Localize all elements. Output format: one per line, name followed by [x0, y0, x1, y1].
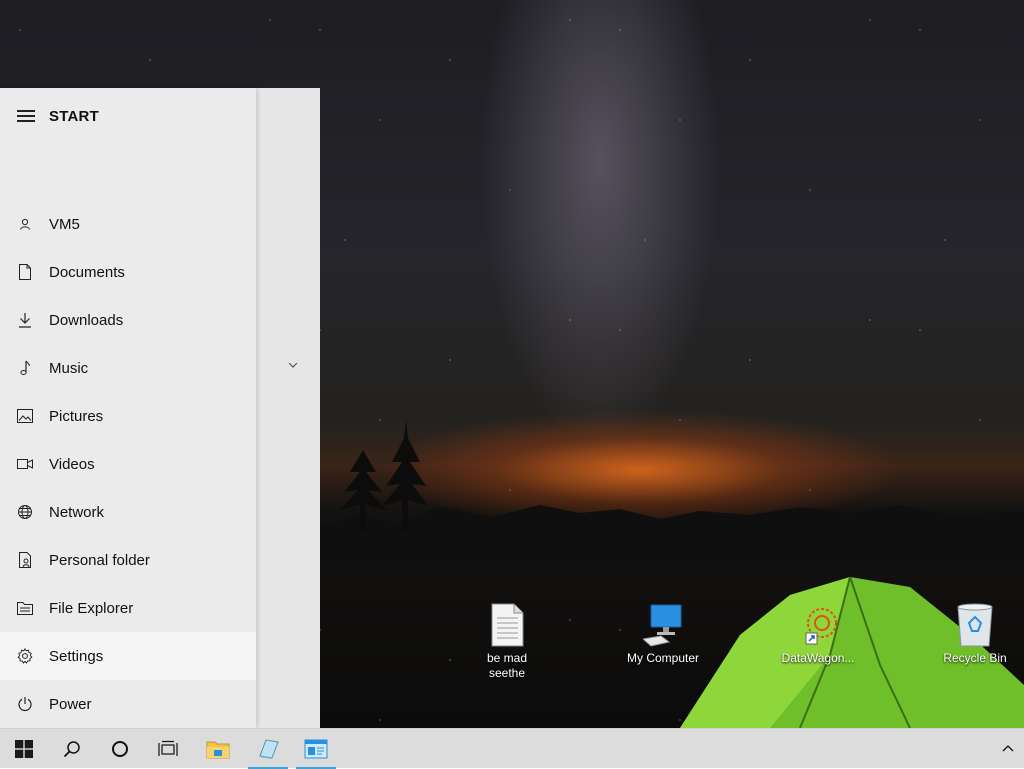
- windows-start-button[interactable]: [0, 729, 48, 769]
- search-icon: [63, 741, 80, 758]
- text-file-icon: [487, 603, 527, 647]
- start-menu-title: START: [49, 107, 99, 125]
- chevron-down-icon[interactable]: [286, 358, 300, 372]
- start-item-label: Settings: [49, 647, 104, 665]
- cortana-icon: [112, 741, 128, 757]
- start-item-power[interactable]: Power: [0, 680, 256, 728]
- task-view-icon: [158, 740, 178, 756]
- chevron-up-icon[interactable]: [1000, 741, 1016, 757]
- download-icon: [17, 312, 33, 328]
- desktop-icon-text-file[interactable]: be mad seethe: [469, 603, 545, 681]
- start-item-label: Power: [49, 695, 92, 713]
- start-item-downloads[interactable]: Downloads: [0, 296, 256, 344]
- taskbar-file-explorer[interactable]: [194, 729, 242, 769]
- document-icon: [17, 264, 33, 280]
- start-item-pictures[interactable]: Pictures: [0, 392, 256, 440]
- personal-folder-icon: [17, 552, 33, 568]
- computer-icon: [641, 603, 683, 647]
- desktop-icon-label: My Computer: [626, 651, 700, 665]
- start-item-personal-folder[interactable]: Personal folder: [0, 536, 256, 584]
- file-explorer-icon: [17, 600, 33, 616]
- taskbar-app-window[interactable]: [292, 729, 340, 769]
- start-item-videos[interactable]: Videos: [0, 440, 256, 488]
- taskbar-cortana-button[interactable]: [96, 729, 144, 769]
- hamburger-menu-icon[interactable]: [17, 110, 35, 122]
- pictures-icon: [17, 408, 33, 424]
- start-menu: START VM5 Documents Downloads Music Pict…: [0, 88, 320, 728]
- app-window-icon: [304, 739, 328, 759]
- start-item-settings[interactable]: Settings: [0, 632, 256, 680]
- start-item-label: Network: [49, 503, 105, 521]
- pine-trees: [340, 420, 428, 530]
- music-note-icon: [17, 360, 33, 376]
- start-item-file-explorer[interactable]: File Explorer: [0, 584, 256, 632]
- start-item-label: Documents: [49, 263, 125, 281]
- taskbar: [0, 728, 1024, 769]
- taskbar-task-view-button[interactable]: [144, 729, 192, 769]
- recycle-bin-icon: [955, 603, 995, 647]
- desktop-icon-recycle-bin[interactable]: Recycle Bin: [937, 603, 1013, 666]
- start-item-label: Music: [49, 359, 89, 377]
- start-item-documents[interactable]: Documents: [0, 248, 256, 296]
- start-item-label: Personal folder: [49, 551, 150, 569]
- taskbar-app-notebook[interactable]: [244, 729, 292, 769]
- start-item-label: File Explorer: [49, 599, 134, 617]
- desktop-icon-label: DataWagon...: [781, 651, 855, 665]
- desktop-icon-my-computer[interactable]: My Computer: [625, 603, 701, 666]
- desktop-icon-label: be mad seethe: [486, 651, 528, 680]
- start-item-network[interactable]: Network: [0, 488, 256, 536]
- network-globe-icon: [17, 504, 33, 520]
- start-item-label: Videos: [49, 455, 95, 473]
- video-camera-icon: [17, 456, 33, 472]
- desktop-icon-label: Recycle Bin: [943, 651, 1007, 665]
- start-item-label: Downloads: [49, 311, 124, 329]
- app-notebook-icon: [259, 739, 279, 759]
- windows-start-icon: [15, 740, 33, 758]
- gear-icon: [17, 648, 33, 664]
- taskbar-search-button[interactable]: [48, 729, 96, 769]
- start-item-user[interactable]: VM5: [0, 200, 256, 248]
- start-item-music[interactable]: Music: [0, 344, 256, 392]
- shortcut-app-icon: [798, 603, 838, 647]
- start-item-label: VM5: [49, 215, 80, 233]
- power-icon: [17, 696, 33, 712]
- file-explorer-folder-icon: [206, 741, 230, 759]
- user-icon: [17, 216, 33, 232]
- desktop-icon-datawagon[interactable]: DataWagon...: [780, 603, 856, 666]
- start-menu-header: START: [0, 96, 256, 136]
- start-item-label: Pictures: [49, 407, 104, 425]
- start-menu-nav-pane: START VM5 Documents Downloads Music Pict…: [0, 88, 256, 728]
